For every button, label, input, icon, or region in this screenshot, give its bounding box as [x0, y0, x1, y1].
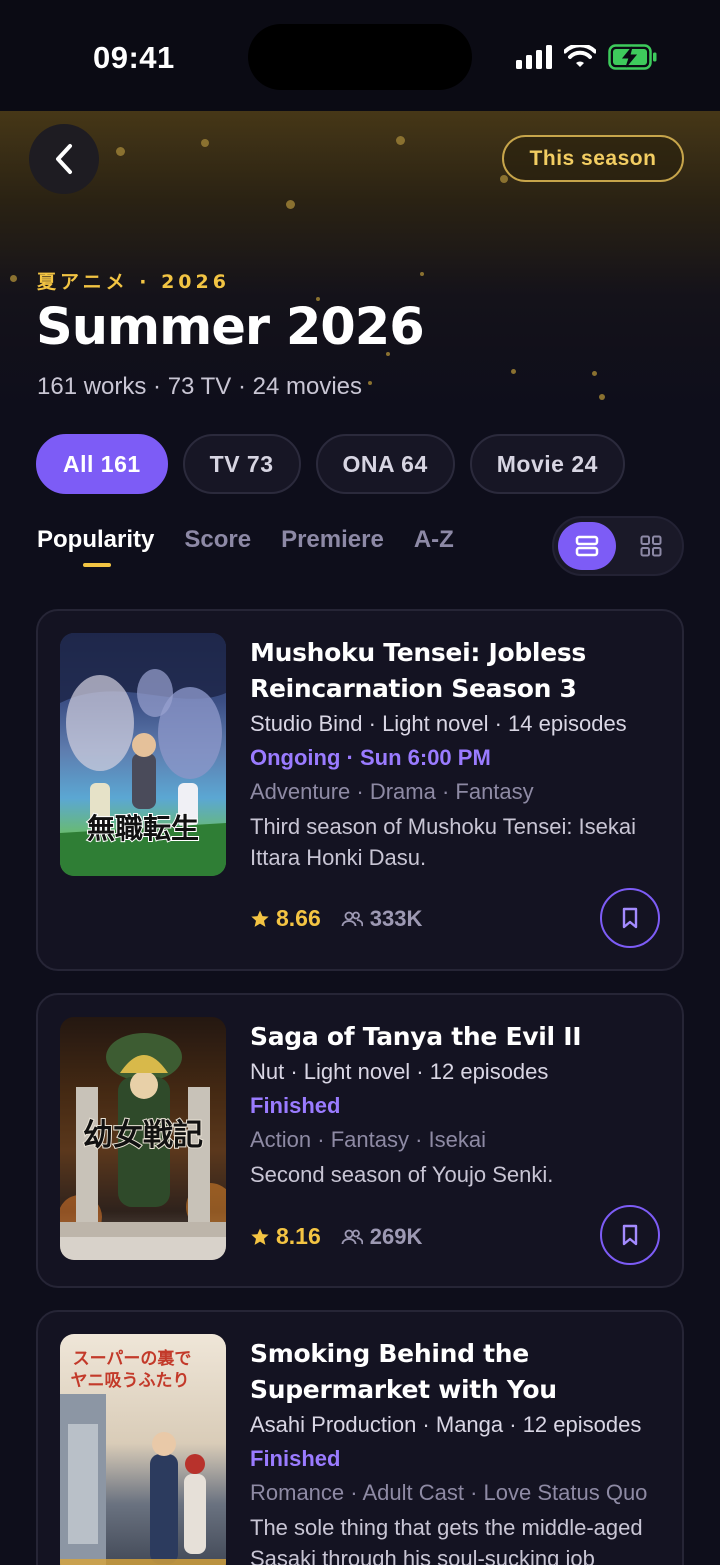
sort-tab-score[interactable]: Score	[184, 526, 251, 554]
status-time: 09:41	[93, 40, 175, 75]
poster-image: 幼女戦記	[60, 1017, 226, 1260]
sort-tab-a-z[interactable]: A-Z	[414, 526, 454, 554]
page-subtitle: 161 works · 73 TV · 24 movies	[37, 373, 363, 400]
filter-chip-tv[interactable]: TV 73	[182, 434, 301, 494]
status-icons	[516, 44, 658, 70]
card-status: Finished	[250, 1446, 341, 1471]
card-title: Mushoku Tensei: Jobless Reincarnation Se…	[250, 638, 587, 703]
grid-view-icon	[640, 535, 662, 557]
svg-text:無職転生: 無職転生	[87, 812, 199, 845]
card-status: Finished	[250, 1093, 341, 1118]
bookmark-icon	[622, 907, 638, 929]
card-genres: Romance · Adult Cast · Love Status Quo	[250, 1480, 648, 1505]
card-title: Saga of Tanya the Evil II	[250, 1022, 582, 1051]
card-description: The sole thing that gets the middle-aged…	[250, 1515, 643, 1565]
card-description: Third season of Mushoku Tensei: Isekai I…	[250, 814, 637, 870]
format-filter-chips: All 161 TV 73 ONA 64 Movie 24	[36, 434, 625, 494]
card-title: Smoking Behind the Supermarket with You	[250, 1339, 557, 1404]
watchers: 269K	[341, 1223, 423, 1250]
rating: 8.16	[250, 1223, 321, 1250]
svg-text:ヤニ吸うふたり: ヤニ吸うふたり	[71, 1371, 190, 1391]
card-meta: Studio Bind · Light novel · 14 episodes	[250, 711, 627, 736]
rating-value: 8.16	[276, 1223, 321, 1249]
card-genres: Action · Fantasy · Isekai	[250, 1127, 486, 1152]
chevron-left-icon	[56, 144, 72, 174]
filter-chip-ona[interactable]: ONA 64	[315, 434, 455, 494]
anime-card[interactable]: スーパーの裏で ヤニ吸うふたり Smoking Behind the Super…	[36, 1310, 684, 1565]
watchers-count: 269K	[369, 1223, 423, 1249]
rating-value: 8.66	[276, 905, 321, 931]
season-eyebrow: 夏アニメ · 2026	[37, 271, 230, 293]
card-meta: Asahi Production · Manga · 12 episodes	[250, 1412, 642, 1437]
page-title: Summer 2026	[36, 298, 425, 357]
bookmark-icon	[622, 1224, 638, 1246]
list-view-icon	[575, 535, 599, 557]
card-stats: 8.16 269K	[250, 1223, 422, 1250]
view-mode-toggle	[552, 516, 684, 576]
bookmark-button[interactable]	[600, 1205, 660, 1265]
anime-card[interactable]: 無職転生 Mushoku Tensei: Jobless Reincarnati…	[36, 609, 684, 971]
svg-text:スーパーの裏で: スーパーの裏で	[73, 1348, 192, 1369]
card-status: Ongoing · Sun 6:00 PM	[250, 745, 491, 770]
dynamic-island	[248, 24, 472, 90]
wifi-icon	[564, 45, 596, 67]
card-details: Saga of Tanya the Evil II Nut · Light no…	[250, 1019, 662, 1190]
anime-card[interactable]: 幼女戦記 Saga of Tanya the Evil II Nut · Lig…	[36, 993, 684, 1288]
card-stats: 8.66 333K	[250, 905, 422, 932]
bookmark-button[interactable]	[600, 888, 660, 948]
star-icon	[251, 1228, 269, 1245]
back-button[interactable]	[29, 124, 99, 194]
watchers-count: 333K	[369, 905, 423, 931]
svg-text:幼女戦記: 幼女戦記	[83, 1118, 203, 1153]
card-meta: Nut · Light novel · 12 episodes	[250, 1059, 549, 1084]
rating: 8.66	[250, 905, 321, 932]
sort-tab-premiere[interactable]: Premiere	[281, 526, 384, 554]
card-details: Mushoku Tensei: Jobless Reincarnation Se…	[250, 635, 662, 873]
poster-image: スーパーの裏で ヤニ吸うふたり	[60, 1334, 226, 1565]
filter-chip-all[interactable]: All 161	[36, 434, 168, 494]
users-icon	[341, 911, 363, 926]
list-view-button[interactable]	[558, 522, 616, 570]
users-icon	[341, 1229, 363, 1244]
status-bar: 09:41	[0, 0, 720, 111]
watchers: 333K	[341, 905, 423, 932]
card-description: Second season of Youjo Senki.	[250, 1162, 554, 1187]
sort-tab-popularity[interactable]: Popularity	[37, 526, 154, 567]
sort-tabs: Popularity Score Premiere A-Z	[37, 526, 454, 567]
battery-charging-icon	[608, 44, 657, 70]
card-genres: Adventure · Drama · Fantasy	[250, 779, 534, 804]
this-season-button[interactable]: This season	[502, 135, 684, 182]
card-details: Smoking Behind the Supermarket with You …	[250, 1336, 662, 1565]
poster-image: 無職転生	[60, 633, 226, 876]
star-icon	[251, 910, 269, 927]
filter-chip-movie[interactable]: Movie 24	[469, 434, 625, 494]
signal-icon	[516, 45, 552, 69]
grid-view-button[interactable]	[622, 522, 680, 570]
